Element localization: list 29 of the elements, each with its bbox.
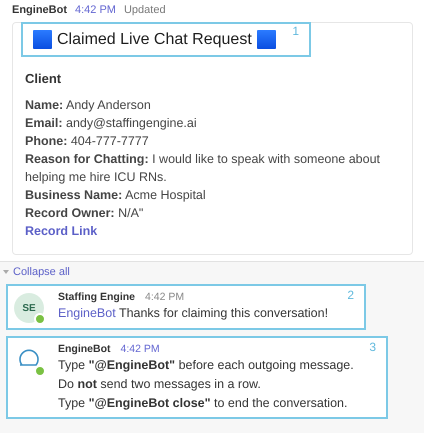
avatar: SE [14, 293, 44, 323]
client-field: Phone: 404-777-7777 [25, 132, 400, 150]
client-field: Reason for Chatting: I would like to speak with someone about helping me hire ICU RNs. [25, 150, 400, 186]
client-field: Record Owner: N/A" [25, 204, 400, 222]
callout-number: 1 [292, 24, 299, 38]
card-title: Claimed Live Chat Request [57, 30, 252, 48]
message-text: Do not send two messages in a row. [58, 376, 262, 393]
client-field: Name: Andy Anderson [25, 96, 400, 114]
message-time: 4:42 PM [75, 4, 116, 16]
square-icon [33, 30, 52, 49]
message-time: 4:42 PM [145, 291, 184, 303]
sender-name: EngineBot [58, 343, 110, 355]
mention-link[interactable]: EngineBot [58, 306, 116, 320]
caret-icon [3, 270, 9, 274]
section-heading: Client [25, 71, 62, 86]
client-field: Email: andy@staffingengine.ai [25, 114, 400, 132]
message-text: EngineBot Thanks for claiming this conversation! [58, 305, 328, 322]
message-text: Type "@EngineBot" before each outgoing message. [58, 357, 354, 374]
record-link[interactable]: Record Link [25, 222, 98, 240]
square-icon [256, 30, 276, 49]
sender-name: EngineBot [12, 4, 67, 16]
callout-number: 3 [369, 340, 376, 354]
collapse-all-button[interactable]: Collapse all [3, 266, 70, 278]
message-time: 4:42 PM [120, 343, 160, 355]
callout-number: 2 [347, 288, 354, 302]
client-field: Business Name: Acme Hospital [25, 186, 400, 204]
message-text: Type "@EngineBot close" to end the conversation. [58, 395, 348, 412]
updated-label: Updated [124, 4, 166, 16]
sender-name: Staffing Engine [58, 291, 135, 303]
